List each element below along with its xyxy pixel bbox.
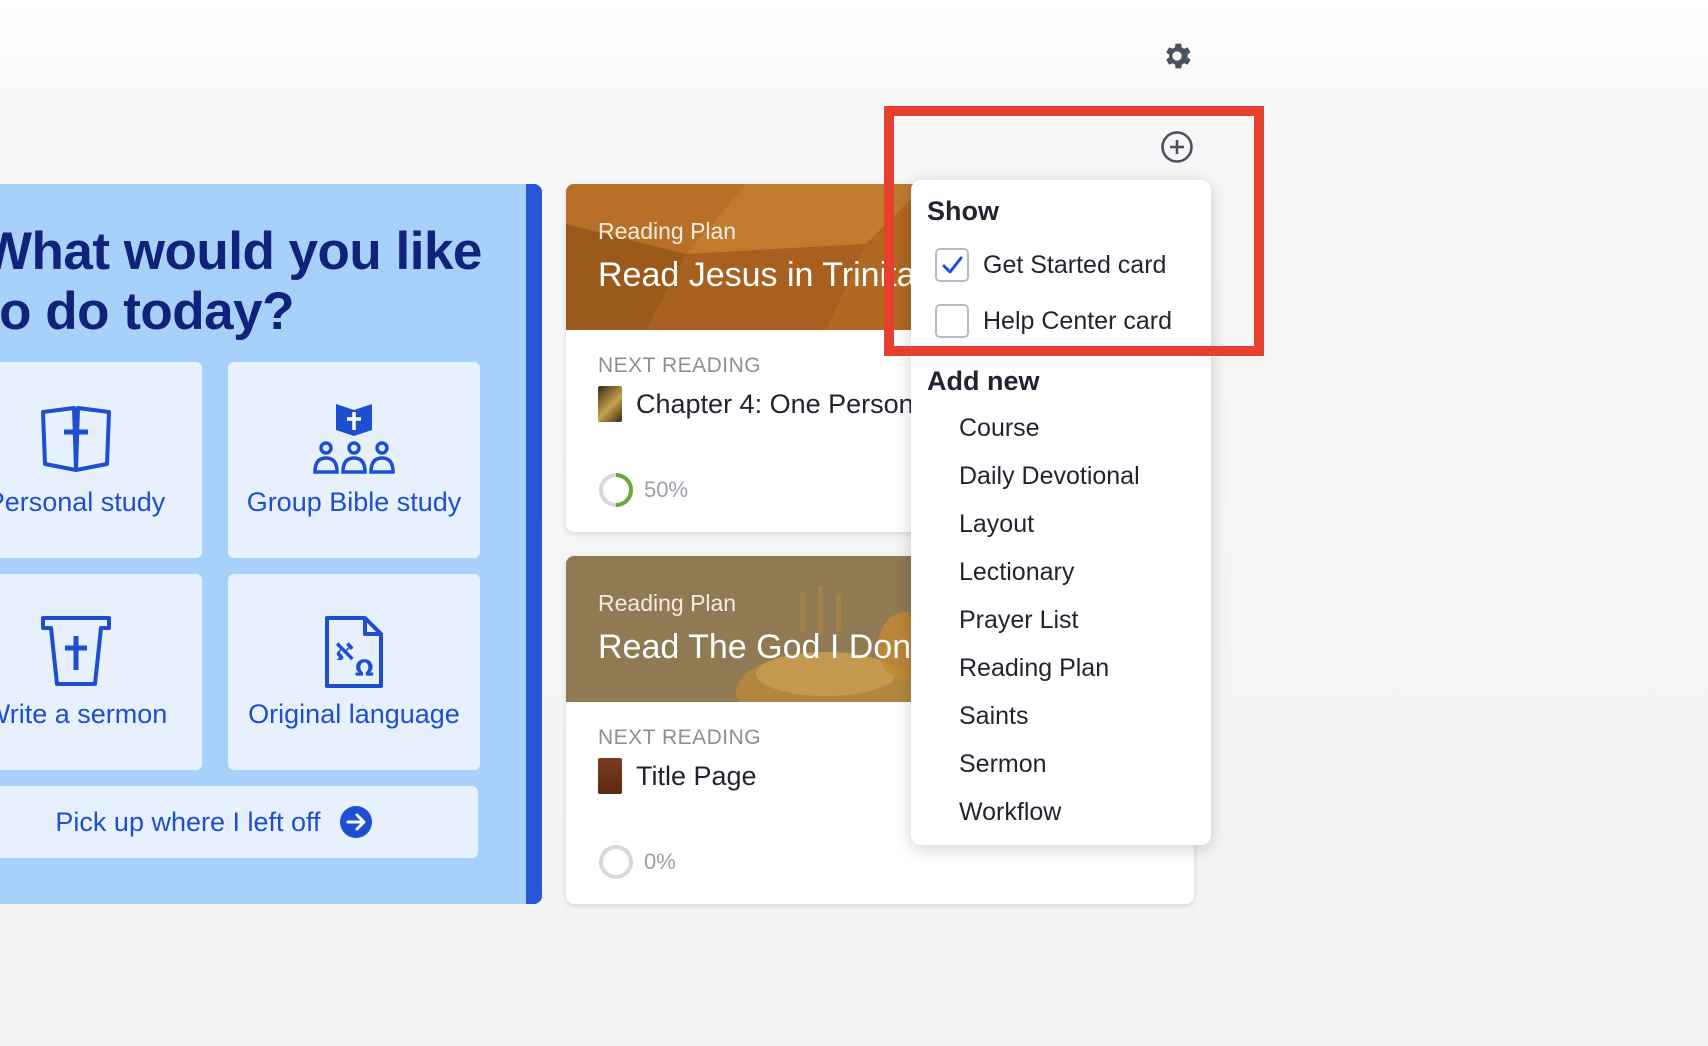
tile-personal-study[interactable]: Personal study <box>0 362 202 558</box>
svg-text:ℵ: ℵ <box>335 638 354 666</box>
card-accent-edge <box>526 184 542 904</box>
plan-kind: Reading Plan <box>598 218 737 244</box>
open-bible-icon <box>41 406 111 472</box>
chapter-title: Title Page <box>636 760 757 791</box>
progress-percent: 50% <box>644 477 689 502</box>
next-reading-label: NEXT READING <box>598 354 762 377</box>
menu-item-sermon[interactable]: Sermon <box>959 750 1047 779</box>
tile-write-sermon[interactable]: Write a sermon <box>0 574 202 770</box>
menu-item-reading-plan[interactable]: Reading Plan <box>959 654 1109 683</box>
highlight-frame <box>884 106 1264 356</box>
arrow-right-circle-icon <box>339 806 372 838</box>
next-reading-item[interactable]: Title Page <box>598 758 757 794</box>
tile-label: Group Bible study <box>246 487 462 517</box>
book-cover-thumbnail <box>598 386 622 422</box>
pulpit-icon <box>41 616 111 686</box>
tile-group-bible-study[interactable]: Group Bible study <box>228 362 480 558</box>
progress-ring-icon <box>599 845 633 879</box>
progress-percent: 0% <box>644 849 676 874</box>
get-started-title: What would you like to do today? <box>0 222 482 341</box>
pick-up-button[interactable]: Pick up where I left off <box>0 786 478 858</box>
progress-indicator: 50% <box>598 472 688 508</box>
menu-section-add-new: Add new <box>927 366 1040 396</box>
book-cover-thumbnail <box>598 758 622 794</box>
pick-up-label: Pick up where I left off <box>55 806 321 837</box>
progress-ring-icon <box>599 473 633 507</box>
tile-original-language[interactable]: ℵ Ω Original language <box>228 574 480 770</box>
menu-item-layout[interactable]: Layout <box>959 510 1034 539</box>
language-document-icon: ℵ Ω <box>325 616 383 688</box>
svg-text:Ω: Ω <box>355 657 374 682</box>
menu-item-prayer-list[interactable]: Prayer List <box>959 606 1078 635</box>
tile-label: Original language <box>248 699 460 729</box>
menu-item-lectionary[interactable]: Lectionary <box>959 558 1074 587</box>
progress-indicator: 0% <box>598 844 676 880</box>
menu-item-course[interactable]: Course <box>959 414 1040 443</box>
tile-label: Personal study <box>0 487 166 517</box>
gear-icon[interactable] <box>1160 39 1194 73</box>
next-reading-label: NEXT READING <box>598 726 762 749</box>
menu-item-daily-devotional[interactable]: Daily Devotional <box>959 462 1140 491</box>
menu-item-workflow[interactable]: Workflow <box>959 798 1061 827</box>
get-started-card: What would you like to do today? Persona… <box>0 184 542 904</box>
tile-label: Write a sermon <box>0 699 168 729</box>
menu-item-saints[interactable]: Saints <box>959 702 1028 731</box>
plan-kind: Reading Plan <box>598 590 737 616</box>
group-study-icon <box>313 404 395 474</box>
